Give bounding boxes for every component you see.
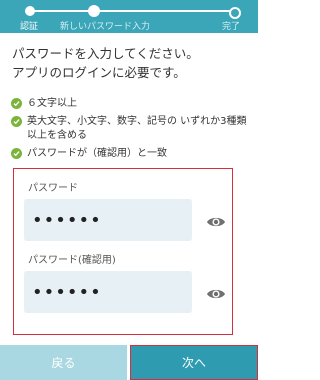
confirm-password-label: パスワード(確認用) — [28, 255, 116, 266]
next-button[interactable]: 次へ — [130, 345, 258, 380]
progress-stepper: 認証 新しいパスワード入力 完了 — [0, 0, 258, 33]
step-2-dot — [88, 5, 100, 17]
step-1-label: 認証 — [20, 22, 39, 32]
back-button[interactable]: 戻る — [0, 345, 127, 380]
intro-line-1: パスワードを入力してください。 — [12, 46, 199, 61]
stepper-track — [30, 10, 238, 12]
intro-line-2: アプリのログインに必要です。 — [12, 65, 186, 80]
confirm-password-field[interactable] — [24, 271, 192, 313]
step-3-dot — [229, 7, 241, 19]
step-2-label: 新しいパスワード入力 — [60, 22, 151, 32]
password-label: パスワード — [28, 183, 78, 194]
rule-char-types: 英大文字、小文字、数字、記号の いずれか3種類以上を含める — [11, 115, 251, 143]
check-icon — [11, 116, 22, 127]
check-icon — [11, 148, 22, 159]
rule-label: ６文字以上 — [27, 98, 77, 109]
password-form: パスワード パスワード(確認用) — [13, 168, 233, 335]
show-password-eye-icon[interactable] — [206, 214, 226, 228]
password-field[interactable] — [24, 199, 192, 241]
rule-label: パスワードが（確認用）と一致 — [27, 148, 167, 159]
show-confirm-password-eye-icon[interactable] — [206, 286, 226, 300]
rule-match: パスワードが（確認用）と一致 — [11, 147, 251, 161]
check-icon — [11, 98, 22, 109]
step-3-label: 完了 — [222, 22, 241, 32]
rule-min-length: ６文字以上 — [11, 97, 251, 111]
step-1-dot — [25, 6, 35, 16]
rule-label: 英大文字、小文字、数字、記号の いずれか3種類以上を含める — [27, 116, 247, 141]
intro-text: パスワードを入力してください。 アプリのログインに必要です。 — [12, 44, 252, 82]
password-rules: ６文字以上 英大文字、小文字、数字、記号の いずれか3種類以上を含める パスワー… — [11, 97, 251, 165]
